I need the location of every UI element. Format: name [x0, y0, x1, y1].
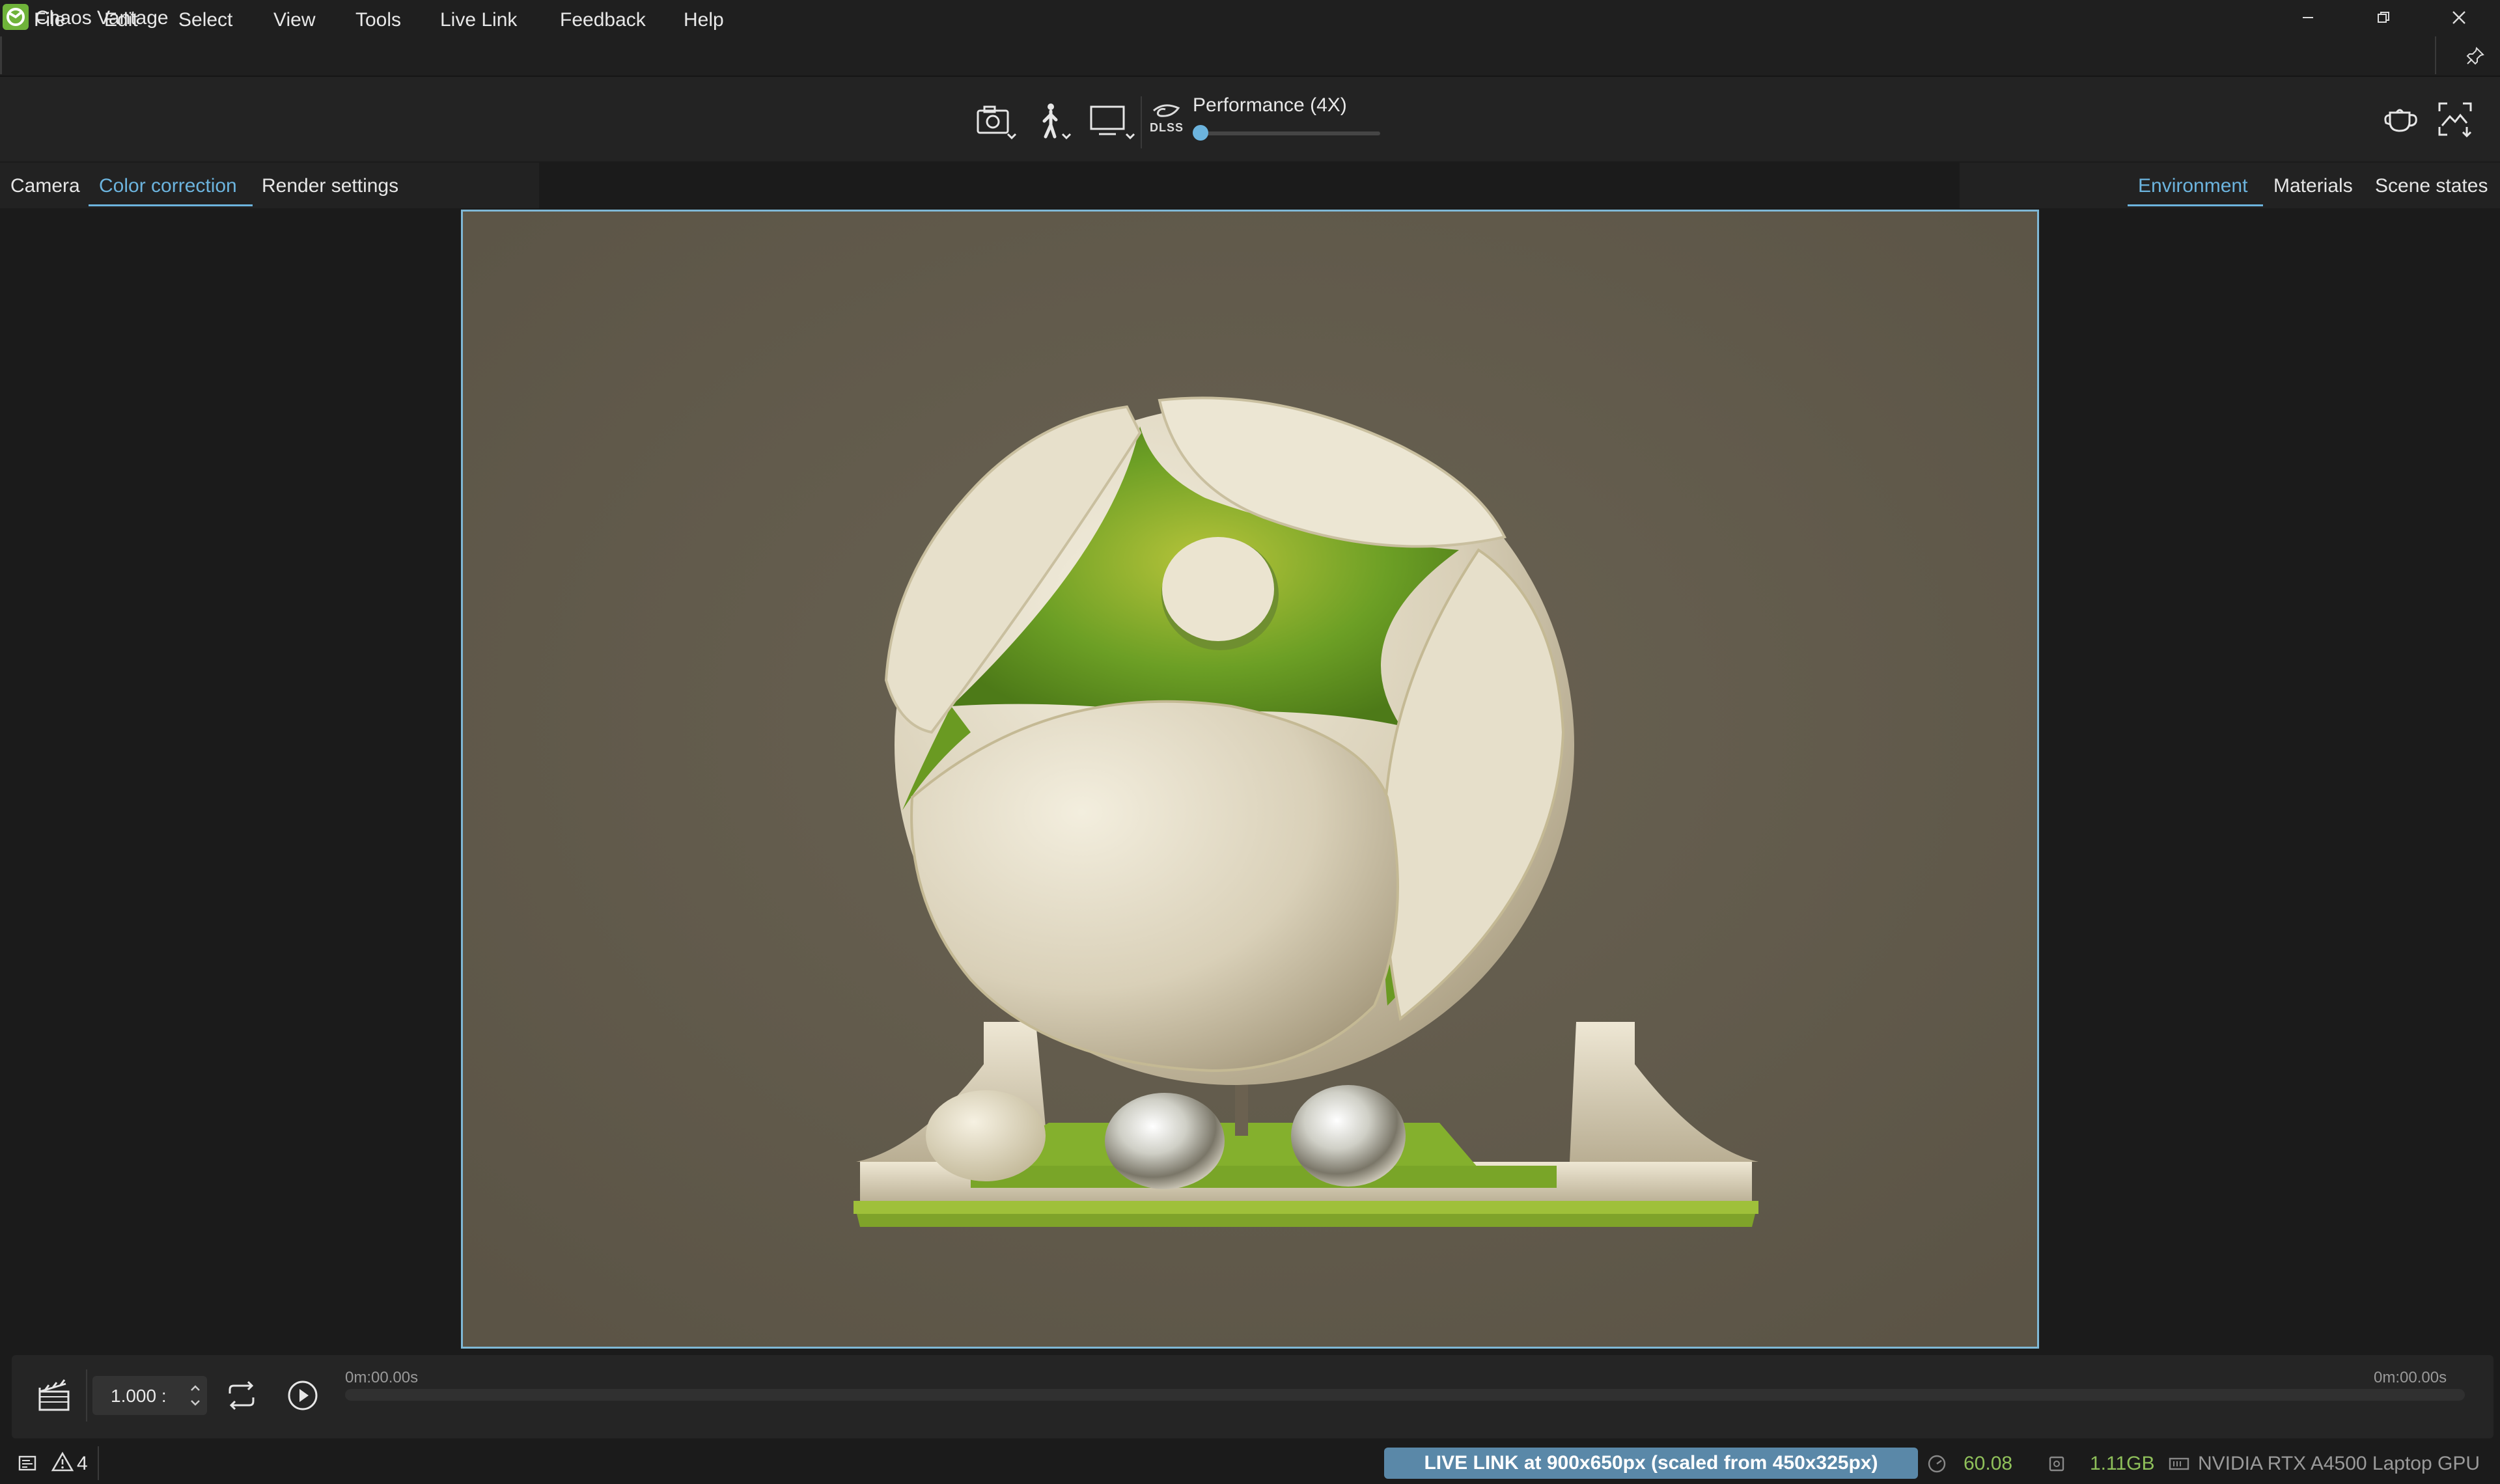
gpu-name: NVIDIA RTX A4500 Laptop GPU [2198, 1453, 2480, 1474]
restore-icon [2378, 12, 2389, 23]
material-preview-render [463, 212, 2037, 1347]
timeline-start-time: 0m:00.00s [345, 1369, 419, 1386]
quality-slider-handle[interactable] [1193, 125, 1208, 141]
render-viewport[interactable] [461, 210, 2039, 1349]
playback-speed-value: 1.000 : [111, 1386, 167, 1406]
walk-mode-icon [1042, 103, 1072, 140]
log-button[interactable] [14, 1450, 40, 1476]
log-icon [18, 1455, 36, 1471]
menu-live-link[interactable]: Live Link [440, 7, 517, 34]
display-icon [1090, 105, 1135, 140]
pin-icon [2466, 47, 2484, 65]
quality-slider[interactable] [1195, 131, 1380, 135]
speed-stepper[interactable] [189, 1380, 202, 1411]
tab-color-correction[interactable]: Color correction [99, 167, 237, 206]
fps-value: 60.08 [1964, 1453, 2013, 1474]
gpu-icon [2168, 1453, 2190, 1475]
menu-feedback[interactable]: Feedback [560, 7, 646, 34]
performance-label: Performance (4X) [1193, 94, 1347, 116]
menu-help[interactable]: Help [684, 7, 724, 34]
toolbar [0, 76, 2500, 163]
tab-scene-states[interactable]: Scene states [2375, 167, 2488, 206]
menu-bar [0, 35, 2500, 76]
active-tab-indicator [89, 204, 253, 206]
dlss-icon [1150, 100, 1182, 122]
camera-icon [977, 105, 1017, 140]
menu-tools[interactable]: Tools [355, 7, 401, 34]
close-icon [2452, 11, 2465, 24]
timeline-scrubber[interactable] [345, 1389, 2465, 1401]
memory-icon [2046, 1453, 2068, 1475]
minimize-button[interactable] [2272, 0, 2344, 35]
restore-button[interactable] [2348, 0, 2419, 35]
close-button[interactable] [2423, 0, 2495, 35]
image-export-icon [2438, 102, 2472, 138]
tab-render-settings[interactable]: Render settings [262, 167, 398, 206]
active-tab-indicator [2128, 204, 2263, 206]
timeline-end-time: 0m:00.00s [2374, 1369, 2447, 1386]
memory-value: 1.11GB [2090, 1453, 2155, 1474]
live-link-badge: LIVE LINK at 900x650px (scaled from 450x… [1384, 1448, 1918, 1479]
menu-select[interactable]: Select [178, 7, 232, 34]
loop-icon [229, 1381, 255, 1410]
tab-camera[interactable]: Camera [10, 167, 80, 206]
warnings-button[interactable] [49, 1449, 76, 1475]
menu-separator [2435, 36, 2436, 74]
tab-materials[interactable]: Materials [2273, 167, 2353, 206]
display-button[interactable] [1086, 100, 1139, 146]
image-export-button[interactable] [2435, 99, 2475, 139]
loop-button[interactable] [219, 1375, 264, 1416]
minimize-icon [2303, 17, 2313, 18]
animation-button[interactable] [31, 1375, 77, 1416]
stepper-arrows-icon [191, 1385, 200, 1406]
app-logo-icon [3, 4, 29, 30]
warning-count: 4 [77, 1453, 88, 1474]
status-separator [98, 1446, 99, 1480]
menu-file[interactable]: File [34, 7, 65, 34]
play-icon [288, 1381, 318, 1410]
dlss-label: DLSS [1150, 121, 1184, 134]
toolbar-separator [1141, 96, 1142, 148]
camera-button[interactable] [971, 100, 1022, 146]
teapot-icon [2384, 109, 2417, 132]
menu-separator [0, 36, 2, 74]
clapperboard-icon [38, 1379, 70, 1411]
tab-environment[interactable]: Environment [2138, 167, 2247, 206]
walk-mode-button[interactable] [1030, 100, 1081, 146]
warning-icon [51, 1451, 74, 1472]
timeline-separator [86, 1369, 87, 1422]
play-button[interactable] [280, 1375, 326, 1416]
pin-button[interactable] [2458, 42, 2492, 70]
fps-icon [1926, 1453, 1948, 1475]
menu-edit[interactable]: Edit [104, 7, 138, 34]
teapot-button[interactable] [2380, 99, 2421, 139]
menu-view[interactable]: View [273, 7, 315, 34]
